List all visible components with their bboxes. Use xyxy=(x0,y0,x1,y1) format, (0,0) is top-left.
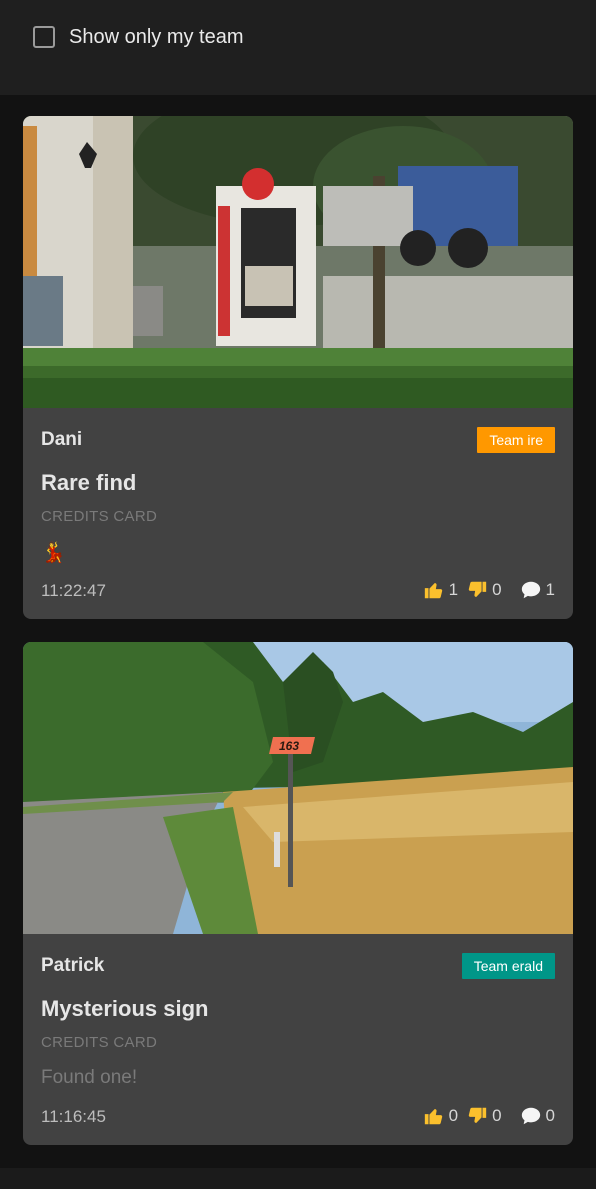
thumbs-up-icon xyxy=(424,1109,442,1125)
thumbs-down-icon xyxy=(468,581,487,597)
dislike-count: 0 xyxy=(492,1106,502,1125)
dislike-button[interactable]: 0 xyxy=(466,1105,502,1127)
show-only-my-team-checkbox[interactable] xyxy=(33,26,55,48)
dislike-button[interactable]: 0 xyxy=(466,579,502,601)
thumbs-down-icon xyxy=(468,1107,487,1123)
comment-count: 0 xyxy=(545,1106,555,1125)
card-timestamp: 11:16:45 xyxy=(41,1107,106,1126)
dislike-count: 0 xyxy=(492,580,502,599)
card-timestamp: 11:22:47 xyxy=(41,581,106,600)
field-road-photo: 163 xyxy=(23,642,573,934)
card-stats: 1 0 1 xyxy=(423,579,555,601)
sign-number-text: 163 xyxy=(279,739,299,753)
card-subtitle: CREDITS CARD xyxy=(41,508,158,525)
speech-bubble-icon xyxy=(521,581,540,599)
street-scene-photo xyxy=(23,116,573,408)
thumbs-up-icon xyxy=(424,583,442,599)
bottom-bar xyxy=(0,1168,596,1189)
show-only-my-team-label: Show only my team xyxy=(69,25,244,48)
like-count: 0 xyxy=(448,1106,459,1125)
card-photo[interactable] xyxy=(23,116,573,408)
top-bar: Show only my team xyxy=(0,0,596,95)
photo-card[interactable]: 163 Patrick Team erald Mysterious sign C… xyxy=(23,642,573,1145)
card-author: Patrick xyxy=(41,955,105,976)
card-title: Mysterious sign xyxy=(41,996,209,1021)
dancer-emoji: 💃 xyxy=(41,542,66,564)
like-button[interactable]: 0 xyxy=(423,1105,458,1127)
team-badge: Team ire xyxy=(477,427,555,453)
photo-card[interactable]: Dani Team ire Rare find CREDITS CARD 💃 1… xyxy=(23,116,573,619)
card-stats: 0 0 0 xyxy=(423,1105,555,1127)
comment-count: 1 xyxy=(545,580,555,599)
comment-button[interactable]: 1 xyxy=(520,579,555,601)
card-title: Rare find xyxy=(41,470,137,495)
card-author: Dani xyxy=(41,429,83,450)
like-count: 1 xyxy=(448,580,459,599)
card-photo[interactable]: 163 xyxy=(23,642,573,934)
like-button[interactable]: 1 xyxy=(423,579,458,601)
team-badge: Team erald xyxy=(461,953,555,979)
card-subtitle: CREDITS CARD xyxy=(41,1034,158,1051)
comment-button[interactable]: 0 xyxy=(520,1105,555,1127)
card-body-text: Found one! xyxy=(41,1067,138,1088)
team-filter-toggle[interactable]: Show only my team xyxy=(33,24,244,50)
speech-bubble-icon xyxy=(521,1107,540,1125)
